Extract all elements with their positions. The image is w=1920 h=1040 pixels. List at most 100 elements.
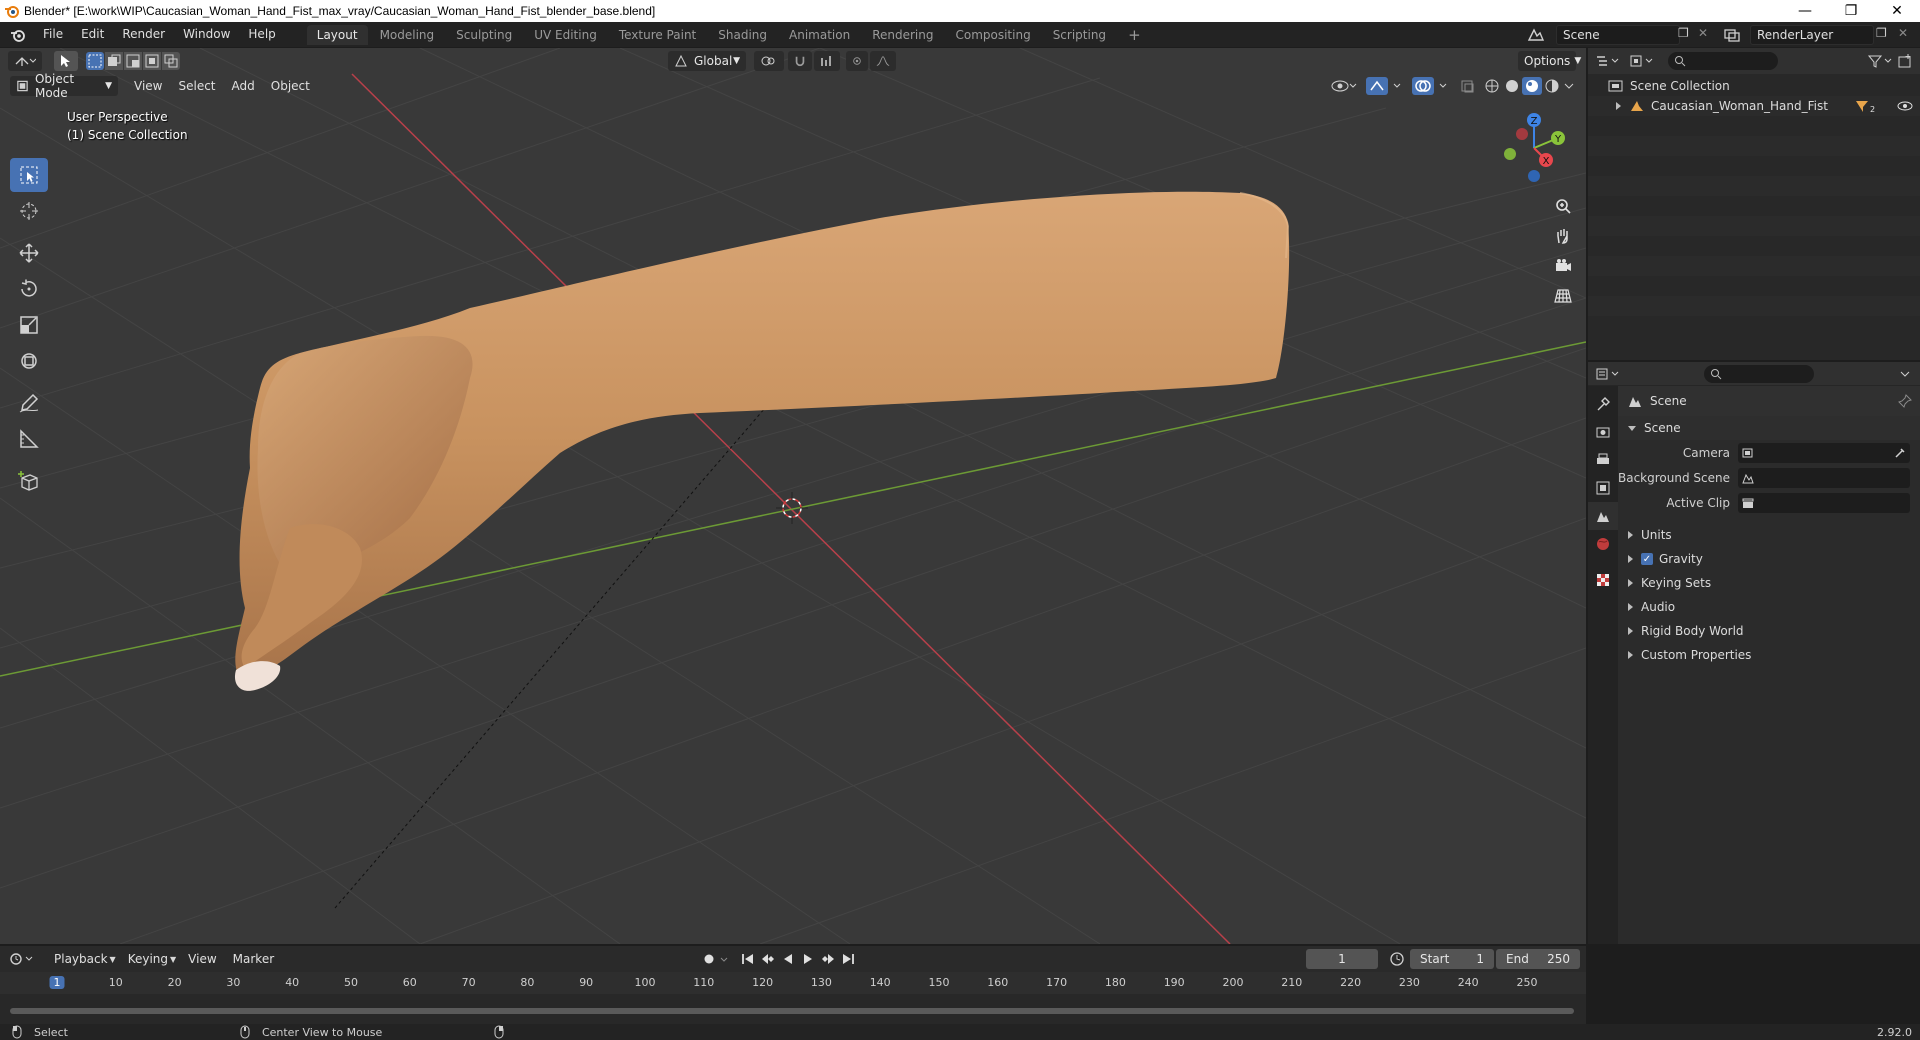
tab-compositing[interactable]: Compositing — [945, 25, 1040, 45]
visibility-eye-icon[interactable] — [1330, 78, 1358, 94]
viewport-scene[interactable] — [0, 48, 1586, 944]
modifier-filter-icon[interactable]: 2 — [1854, 98, 1876, 114]
delete-scene-icon[interactable]: ✕ — [1698, 26, 1708, 40]
scene-panel-header[interactable]: Scene — [1618, 416, 1920, 440]
tab-rendering[interactable]: Rendering — [862, 25, 943, 45]
view-layer-selector[interactable]: RenderLayer — [1750, 25, 1874, 45]
select-subtract-icon[interactable] — [124, 52, 142, 70]
proportional-falloff-dropdown[interactable] — [870, 51, 896, 71]
xray-toggle-icon[interactable] — [1458, 77, 1478, 95]
new-collection-icon[interactable] — [1896, 53, 1916, 69]
scale-tool[interactable] — [10, 308, 48, 342]
select-box-tool[interactable] — [10, 158, 48, 192]
tab-view-layer[interactable] — [1588, 474, 1618, 502]
select-intersect-icon[interactable] — [162, 52, 180, 70]
outliner-item[interactable]: Caucasian_Woman_Hand_Fist 2 — [1588, 96, 1920, 116]
active-clip-field[interactable] — [1738, 492, 1910, 513]
tab-modeling[interactable]: Modeling — [370, 25, 445, 45]
timeline-keyframe-area[interactable] — [0, 994, 1586, 1024]
camera-view-button[interactable] — [1550, 253, 1576, 279]
expand-arrow-icon[interactable] — [1616, 102, 1621, 110]
move-tool[interactable] — [10, 236, 48, 270]
custom-properties-panel-header[interactable]: Custom Properties — [1618, 643, 1920, 667]
start-frame-field[interactable]: Start 1 — [1410, 949, 1494, 969]
tab-scripting[interactable]: Scripting — [1043, 25, 1116, 45]
pivot-point-dropdown[interactable] — [754, 51, 784, 71]
timeline-scrollbar[interactable] — [10, 1008, 1574, 1014]
tab-sculpting[interactable]: Sculpting — [446, 25, 522, 45]
tab-texture[interactable] — [1588, 566, 1618, 594]
select-new-icon[interactable] — [86, 52, 104, 70]
gizmo-toggle-icon[interactable] — [1366, 77, 1406, 95]
jump-to-end-icon[interactable] — [838, 950, 858, 968]
transform-orientation-dropdown[interactable]: Global ▼ — [668, 51, 746, 71]
shading-options-chevron-icon[interactable] — [1562, 77, 1576, 95]
new-scene-icon[interactable]: ❐ — [1678, 26, 1689, 40]
editor-type-button[interactable] — [8, 51, 42, 71]
jump-to-keyframe-back-icon[interactable] — [758, 950, 778, 968]
menu-select[interactable]: Select — [170, 79, 223, 93]
menu-render[interactable]: Render — [113, 22, 174, 47]
chevron-down-icon[interactable] — [718, 950, 730, 968]
preview-range-clock-icon[interactable] — [1388, 950, 1406, 968]
gravity-checkbox[interactable]: ✓ — [1641, 553, 1653, 565]
outliner-scene-collection[interactable]: Scene Collection — [1588, 76, 1920, 96]
pin-icon[interactable] — [1898, 394, 1912, 408]
measure-tool[interactable] — [10, 422, 48, 456]
add-cube-tool[interactable] — [10, 464, 48, 498]
tab-texture-paint[interactable]: Texture Paint — [609, 25, 706, 45]
tab-world[interactable] — [1588, 530, 1618, 558]
menu-edit[interactable]: Edit — [72, 22, 113, 47]
display-mode-icon[interactable] — [1628, 53, 1658, 69]
zoom-view-button[interactable] — [1550, 193, 1576, 219]
tab-layout[interactable]: Layout — [306, 24, 368, 45]
menu-view[interactable]: View — [180, 952, 224, 966]
auto-keying-record-icon[interactable] — [700, 950, 718, 968]
camera-field[interactable] — [1738, 442, 1910, 463]
jump-to-start-icon[interactable] — [738, 950, 758, 968]
menu-keying[interactable]: Keying — [120, 952, 176, 966]
tab-shading[interactable]: Shading — [708, 25, 777, 45]
overlays-toggle-icon[interactable] — [1412, 77, 1452, 95]
select-invert-icon[interactable] — [143, 52, 161, 70]
timeline-ruler[interactable]: 1 10 20 30 40 50 60 70 80 90 100 110 120 130 140 150 160… — [0, 972, 1586, 1020]
play-reverse-icon[interactable] — [778, 950, 798, 968]
audio-panel-header[interactable]: Audio — [1618, 595, 1920, 619]
delete-view-layer-icon[interactable]: ✕ — [1898, 26, 1908, 40]
menu-file[interactable]: File — [34, 22, 72, 47]
scene-icon[interactable] — [1526, 27, 1546, 43]
material-preview-shading-icon[interactable] — [1522, 77, 1542, 95]
select-tool-button[interactable] — [54, 51, 78, 71]
toggle-orthographic-button[interactable] — [1550, 283, 1576, 309]
close-icon[interactable]: ✕ — [1874, 0, 1920, 22]
end-frame-field[interactable]: End 250 — [1496, 949, 1580, 969]
add-workspace-icon[interactable]: + — [1118, 25, 1151, 45]
select-extend-icon[interactable] — [105, 52, 123, 70]
menu-marker[interactable]: Marker — [225, 952, 282, 966]
timeline-editor-icon[interactable] — [8, 951, 38, 967]
background-scene-field[interactable] — [1738, 467, 1910, 488]
minimize-icon[interactable]: — — [1782, 0, 1828, 22]
rendered-shading-icon[interactable] — [1542, 77, 1562, 95]
scene-selector[interactable]: Scene — [1556, 25, 1680, 45]
mode-dropdown[interactable]: Object Mode ▼ — [10, 72, 118, 100]
view-layer-icon[interactable] — [1722, 27, 1742, 43]
tab-uv-editing[interactable]: UV Editing — [524, 25, 607, 45]
tab-scene[interactable] — [1588, 502, 1618, 530]
outliner-editor-icon[interactable] — [1594, 53, 1624, 69]
current-frame-field[interactable]: 1 — [1306, 949, 1378, 969]
units-panel-header[interactable]: Units — [1618, 523, 1920, 547]
menu-playback[interactable]: Playback — [46, 952, 116, 966]
blender-menu-icon[interactable] — [6, 26, 34, 44]
restore-icon[interactable]: ❐ — [1828, 0, 1874, 22]
tab-render[interactable] — [1588, 418, 1618, 446]
snap-target-dropdown[interactable] — [814, 51, 840, 71]
solid-shading-icon[interactable] — [1502, 77, 1522, 95]
tab-tool[interactable] — [1588, 390, 1618, 418]
menu-view[interactable]: View — [126, 79, 170, 93]
annotate-tool[interactable] — [10, 386, 48, 420]
menu-object[interactable]: Object — [263, 79, 318, 93]
properties-search-input[interactable] — [1704, 364, 1814, 383]
outliner-search-input[interactable] — [1668, 52, 1778, 70]
wireframe-shading-icon[interactable] — [1482, 77, 1502, 95]
